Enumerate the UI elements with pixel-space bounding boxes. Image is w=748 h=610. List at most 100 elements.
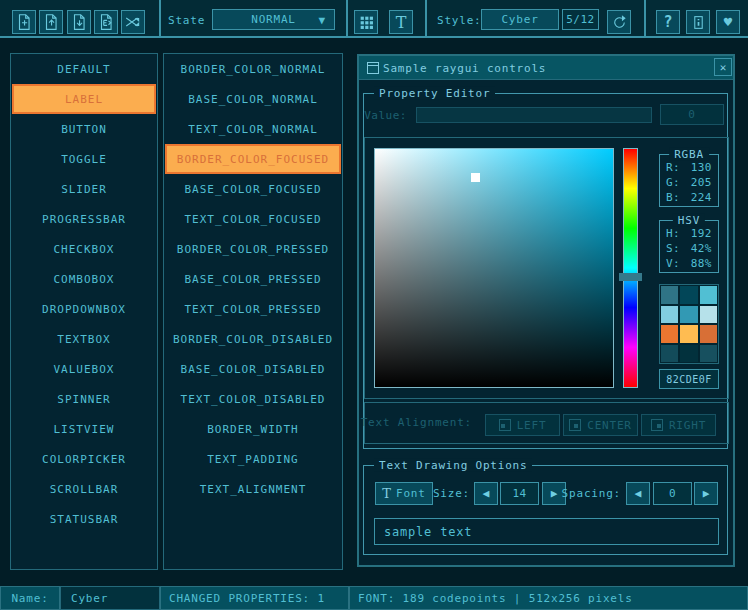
align-left-icon <box>499 419 511 431</box>
align-right-button[interactable]: RIGHT <box>641 414 716 436</box>
style-color-grid <box>659 284 719 364</box>
list-item[interactable]: TOGGLE <box>11 144 157 174</box>
list-item[interactable]: LABEL <box>12 84 156 114</box>
name-status: Name: <box>0 586 60 610</box>
list-item[interactable]: TEXT_ALIGNMENT <box>164 474 342 504</box>
list-item[interactable]: DROPDOWNBOX <box>11 294 157 324</box>
color-swatch[interactable] <box>699 285 718 305</box>
sample-text-input[interactable]: sample text <box>374 518 719 545</box>
list-item[interactable]: CHECKBOX <box>11 234 157 264</box>
hex-value-input[interactable]: 82CDE0F <box>659 369 719 389</box>
arrow-left-icon: ◀ <box>483 487 490 500</box>
size-label: Size: <box>433 487 470 500</box>
size-decrease-button[interactable]: ◀ <box>474 482 498 505</box>
style-dropdown[interactable]: Cyber <box>481 9 559 30</box>
state-dropdown[interactable]: NORMAL ▼ <box>212 9 335 30</box>
property-editor-title: Property Editor <box>374 87 495 100</box>
about-button[interactable] <box>686 10 710 34</box>
rgba-title: RGBA <box>669 148 709 161</box>
color-swatch[interactable] <box>660 305 679 325</box>
text-options-group: Text Drawing Options T Font Size: ◀ 14 ▶… <box>363 465 728 555</box>
random-style-button[interactable] <box>121 10 145 34</box>
color-swatch[interactable] <box>679 344 698 364</box>
help-button[interactable]: ? <box>656 10 680 34</box>
value-input[interactable] <box>416 107 652 123</box>
list-item[interactable]: BASE_COLOR_FOCUSED <box>164 174 342 204</box>
export-file-button[interactable] <box>94 10 118 34</box>
color-swatch[interactable] <box>679 324 698 344</box>
spacing-increase-button[interactable]: ▶ <box>694 482 718 505</box>
size-value[interactable]: 14 <box>500 482 539 505</box>
style-label: Style: <box>437 14 482 27</box>
list-item[interactable]: BASE_COLOR_NORMAL <box>164 84 342 114</box>
new-file-button[interactable] <box>12 10 36 34</box>
value-count-button[interactable]: 0 <box>660 104 724 125</box>
sponsor-button[interactable]: ♥ <box>716 10 740 34</box>
color-picker-cursor[interactable] <box>471 173 480 182</box>
color-picker-area[interactable] <box>374 148 614 388</box>
color-swatch[interactable] <box>679 305 698 325</box>
toolbar-separator <box>346 0 348 38</box>
list-item[interactable]: BORDER_WIDTH <box>164 414 342 444</box>
list-item[interactable]: TEXT_PADDING <box>164 444 342 474</box>
list-item[interactable]: BASE_COLOR_DISABLED <box>164 354 342 384</box>
grid-view-button[interactable] <box>354 10 378 34</box>
color-swatch[interactable] <box>699 305 718 325</box>
style-name-input[interactable]: Cyber <box>60 586 160 610</box>
list-item[interactable]: BORDER_COLOR_FOCUSED <box>165 144 341 174</box>
list-item[interactable]: DEFAULT <box>11 54 157 84</box>
list-item[interactable]: LISTVIEW <box>11 414 157 444</box>
value-row: H:192 <box>660 226 718 241</box>
hsv-values: H:192S:42%V:88% <box>660 226 718 271</box>
arrow-right-icon: ▶ <box>703 487 710 500</box>
color-swatch[interactable] <box>660 324 679 344</box>
spacing-value[interactable]: 0 <box>653 482 692 505</box>
close-icon: ✕ <box>720 61 727 74</box>
font-T-icon: T <box>382 486 391 501</box>
list-item[interactable]: PROGRESSBAR <box>11 204 157 234</box>
state-label: State <box>168 14 205 27</box>
style-counter[interactable]: 5/12 <box>562 9 599 30</box>
window-icon <box>365 60 381 76</box>
text-mode-button[interactable]: T <box>389 10 413 34</box>
list-item[interactable]: SPINNER <box>11 384 157 414</box>
spacing-decrease-button[interactable]: ◀ <box>626 482 650 505</box>
align-left-button[interactable]: LEFT <box>485 414 560 436</box>
list-item[interactable]: TEXTBOX <box>11 324 157 354</box>
list-item[interactable]: TEXT_COLOR_PRESSED <box>164 294 342 324</box>
window-title: Sample raygui controls <box>383 62 546 75</box>
toolbar-separator <box>644 0 646 38</box>
hue-bar[interactable] <box>623 148 638 388</box>
list-item[interactable]: BASE_COLOR_PRESSED <box>164 264 342 294</box>
list-item[interactable]: BORDER_COLOR_PRESSED <box>164 234 342 264</box>
list-item[interactable]: COMBOBOX <box>11 264 157 294</box>
list-item[interactable]: SLIDER <box>11 174 157 204</box>
list-item[interactable]: BORDER_COLOR_DISABLED <box>164 324 342 354</box>
align-center-icon <box>569 419 581 431</box>
color-swatch[interactable] <box>679 285 698 305</box>
list-item[interactable]: BORDER_COLOR_NORMAL <box>164 54 342 84</box>
reload-style-button[interactable] <box>607 10 631 34</box>
value-row: V:88% <box>660 256 718 271</box>
hue-slider-handle[interactable] <box>619 273 642 281</box>
align-center-button[interactable]: CENTER <box>563 414 638 436</box>
color-swatch[interactable] <box>660 285 679 305</box>
list-item[interactable]: TEXT_COLOR_DISABLED <box>164 384 342 414</box>
list-item[interactable]: TEXT_COLOR_FOCUSED <box>164 204 342 234</box>
list-item[interactable]: SCROLLBAR <box>11 474 157 504</box>
window-titlebar: Sample raygui controls ✕ <box>359 56 733 80</box>
list-item[interactable]: STATUSBAR <box>11 504 157 534</box>
save-file-button[interactable] <box>67 10 91 34</box>
list-item[interactable]: COLORPICKER <box>11 444 157 474</box>
font-button[interactable]: T Font <box>375 482 433 505</box>
color-swatch[interactable] <box>699 324 718 344</box>
open-file-button[interactable] <box>39 10 63 34</box>
list-item[interactable]: VALUEBOX <box>11 354 157 384</box>
list-item[interactable]: BUTTON <box>11 114 157 144</box>
close-button[interactable]: ✕ <box>714 58 732 76</box>
color-swatch[interactable] <box>660 344 679 364</box>
info-icon <box>690 14 707 31</box>
color-swatch[interactable] <box>699 344 718 364</box>
list-item[interactable]: TEXT_COLOR_NORMAL <box>164 114 342 144</box>
heart-icon: ♥ <box>724 14 732 30</box>
